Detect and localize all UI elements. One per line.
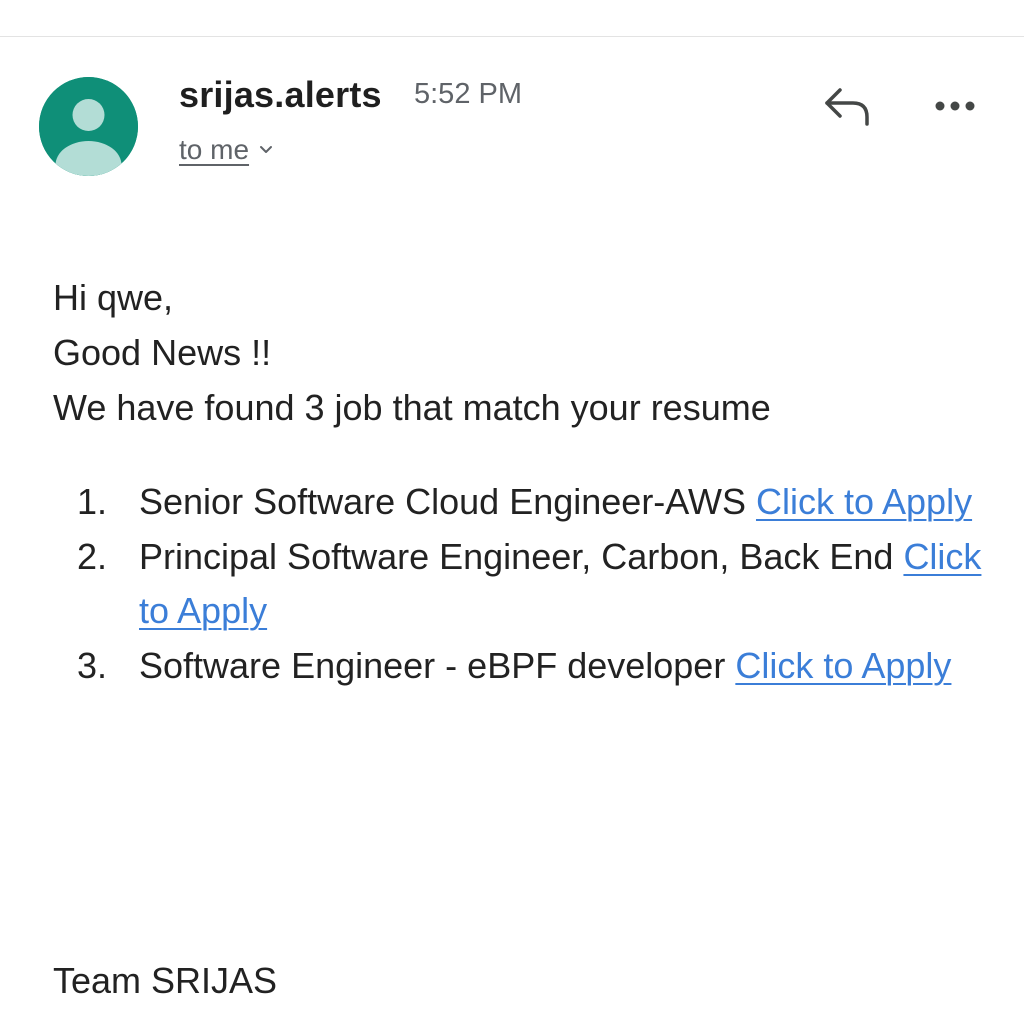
chevron-down-icon: [259, 145, 273, 155]
sender-name[interactable]: srijas.alerts: [179, 74, 382, 116]
job-title: Software Engineer - eBPF developer: [139, 644, 726, 686]
person-icon: [39, 77, 138, 176]
greeting: Hi qwe,: [53, 277, 174, 318]
recipient-label: to me: [179, 134, 250, 165]
job-title: Principal Software Engineer, Carbon, Bac…: [139, 535, 894, 577]
intro-text: We have found 3 job that match your resu…: [53, 387, 771, 428]
apply-link[interactable]: Click to Apply: [735, 645, 951, 686]
message-body: Hi qwe, Good News !! We have found 3 job…: [53, 270, 993, 435]
reply-icon[interactable]: [823, 86, 871, 126]
job-number: 1.: [77, 481, 108, 522]
top-divider: [0, 36, 1024, 37]
job-number: 2.: [77, 535, 108, 577]
job-number: 3.: [77, 644, 108, 686]
job-item: 1. Senior Software Cloud Engineer-AWS Cl…: [77, 475, 1007, 530]
apply-link[interactable]: Click to Apply: [756, 481, 972, 522]
signature: Team SRIJAS: [53, 960, 278, 1001]
more-icon[interactable]: [932, 96, 978, 116]
recipient-details-toggle[interactable]: to me: [179, 134, 273, 166]
job-item: 2. Principal Software Engineer, Carbon, …: [77, 530, 1007, 639]
sender-avatar[interactable]: [39, 77, 138, 176]
message-time: 5:52 PM: [414, 78, 522, 110]
job-item: 3. Software Engineer - eBPF developer Cl…: [77, 639, 1007, 694]
job-list: 1. Senior Software Cloud Engineer-AWS Cl…: [77, 475, 1007, 693]
job-title: Senior Software Cloud Engineer-AWS: [139, 481, 746, 522]
headline: Good News !!: [53, 332, 272, 373]
